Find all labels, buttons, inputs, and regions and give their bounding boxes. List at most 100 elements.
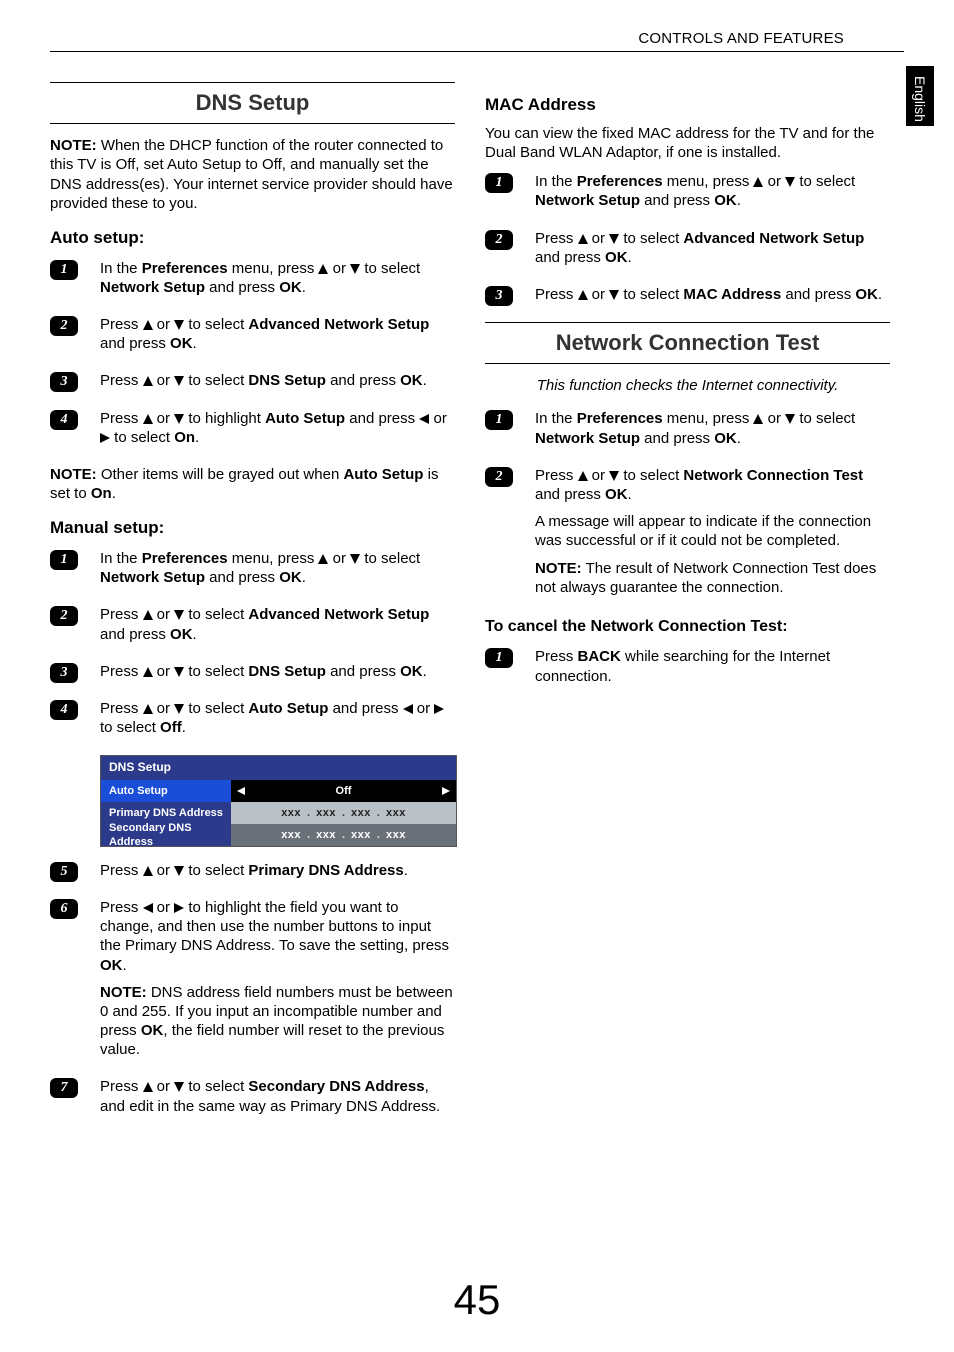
t: . xyxy=(737,192,741,209)
t: . xyxy=(423,663,427,680)
auto-step-4: 4 Press or to highlight Auto Setup and p… xyxy=(50,409,455,455)
t: BACK xyxy=(578,648,621,665)
t: and press xyxy=(100,626,170,643)
left-arrow-icon xyxy=(237,787,245,795)
nct-step-2: 2 Press or to select Network Connection … xyxy=(485,466,890,605)
auto-setup-heading: Auto setup: xyxy=(50,227,455,249)
manual-step-1: 1 In the Preferences menu, press or to s… xyxy=(50,549,455,595)
manual-setup-heading: Manual setup: xyxy=(50,517,455,539)
up-icon xyxy=(578,471,588,481)
t: and press xyxy=(345,410,419,427)
up-icon xyxy=(143,1082,153,1092)
t: Preferences xyxy=(142,260,228,277)
t: Press xyxy=(100,606,143,623)
down-icon xyxy=(609,290,619,300)
t: Primary DNS Address xyxy=(248,862,403,879)
mac-intro: You can view the fixed MAC address for t… xyxy=(485,124,890,162)
t: and press xyxy=(326,663,400,680)
step-badge: 6 xyxy=(50,899,78,919)
t: xxx xyxy=(281,828,301,842)
t: On xyxy=(91,485,112,502)
up-icon xyxy=(143,704,153,714)
t: Advanced Network Setup xyxy=(248,606,429,623)
t: to select xyxy=(360,260,420,277)
t: xxx xyxy=(386,806,406,820)
left-icon xyxy=(419,414,429,424)
dns-value: Off xyxy=(231,780,456,802)
mac-step-1: 1 In the Preferences menu, press or to s… xyxy=(485,172,890,218)
t: or xyxy=(328,260,350,277)
t: or xyxy=(588,286,610,303)
t: and press xyxy=(535,249,605,266)
down-icon xyxy=(174,414,184,424)
t: Preferences xyxy=(577,173,663,190)
t: Press xyxy=(100,316,143,333)
step-badge: 3 xyxy=(485,286,513,306)
dns-value: xxx. xxx. xxx. xxx xyxy=(231,824,456,846)
up-icon xyxy=(143,610,153,620)
t: OK xyxy=(714,430,737,447)
right-icon xyxy=(100,433,110,443)
t: or xyxy=(153,700,175,717)
manual-step-2: 2 Press or to select Advanced Network Se… xyxy=(50,605,455,651)
nct-message: A message will appear to indicate if the… xyxy=(535,512,890,550)
t: Auto Setup xyxy=(265,410,345,427)
t: Network Setup xyxy=(100,569,205,586)
t: OK xyxy=(400,372,423,389)
step-badge: 2 xyxy=(485,467,513,487)
t: or xyxy=(413,700,435,717)
t: Press xyxy=(535,467,578,484)
down-icon xyxy=(785,177,795,187)
step-badge: 2 xyxy=(50,606,78,626)
down-icon xyxy=(609,234,619,244)
t: to select xyxy=(184,862,248,879)
t: or xyxy=(153,1078,175,1095)
step-badge: 5 xyxy=(50,862,78,882)
t: to highlight xyxy=(184,410,265,427)
t: In the xyxy=(535,410,577,427)
t: . xyxy=(423,372,427,389)
t: Secondary DNS Address xyxy=(248,1078,424,1095)
t: . xyxy=(878,286,882,303)
step-badge: 1 xyxy=(50,550,78,570)
t: . xyxy=(182,719,186,736)
right-column: MAC Address You can view the fixed MAC a… xyxy=(485,72,890,1134)
t: OK xyxy=(855,286,878,303)
right-arrow-icon xyxy=(442,787,450,795)
t: Press xyxy=(100,1078,143,1095)
left-column: DNS Setup NOTE: When the DHCP function o… xyxy=(50,72,455,1134)
t: Advanced Network Setup xyxy=(683,230,864,247)
t: and press xyxy=(326,372,400,389)
dns-setup-table: DNS Setup Auto Setup Off Primary DNS Add… xyxy=(100,755,457,846)
t: . xyxy=(193,626,197,643)
t: Auto Setup xyxy=(343,466,423,483)
up-icon xyxy=(318,554,328,564)
step-badge: 3 xyxy=(50,372,78,392)
dns-label: Auto Setup xyxy=(101,780,231,802)
t: and press xyxy=(205,279,279,296)
left-icon xyxy=(403,704,413,714)
down-icon xyxy=(174,320,184,330)
t: Press xyxy=(100,899,143,916)
auto-step-2: 2 Press or to select Advanced Network Se… xyxy=(50,315,455,361)
down-icon xyxy=(350,554,360,564)
t: or xyxy=(429,410,447,427)
network-connection-test-title: Network Connection Test xyxy=(485,322,890,364)
page-header: CONTROLS AND FEATURES xyxy=(50,30,904,52)
dns-row-auto-setup: Auto Setup Off xyxy=(101,780,456,802)
cancel-nct-heading: To cancel the Network Connection Test: xyxy=(485,617,890,637)
auto-step-1: 1 In the Preferences menu, press or to s… xyxy=(50,259,455,305)
t: menu, press xyxy=(663,173,754,190)
t: Press xyxy=(535,286,578,303)
t: . xyxy=(628,249,632,266)
note-label: NOTE: xyxy=(50,137,97,154)
t: Network Connection Test xyxy=(683,467,863,484)
down-icon xyxy=(174,704,184,714)
t: . xyxy=(404,862,408,879)
t: . xyxy=(302,279,306,296)
t: and press xyxy=(100,335,170,352)
step-badge: 1 xyxy=(485,173,513,193)
t: DNS Setup xyxy=(248,663,326,680)
right-icon xyxy=(174,903,184,913)
up-icon xyxy=(318,264,328,274)
